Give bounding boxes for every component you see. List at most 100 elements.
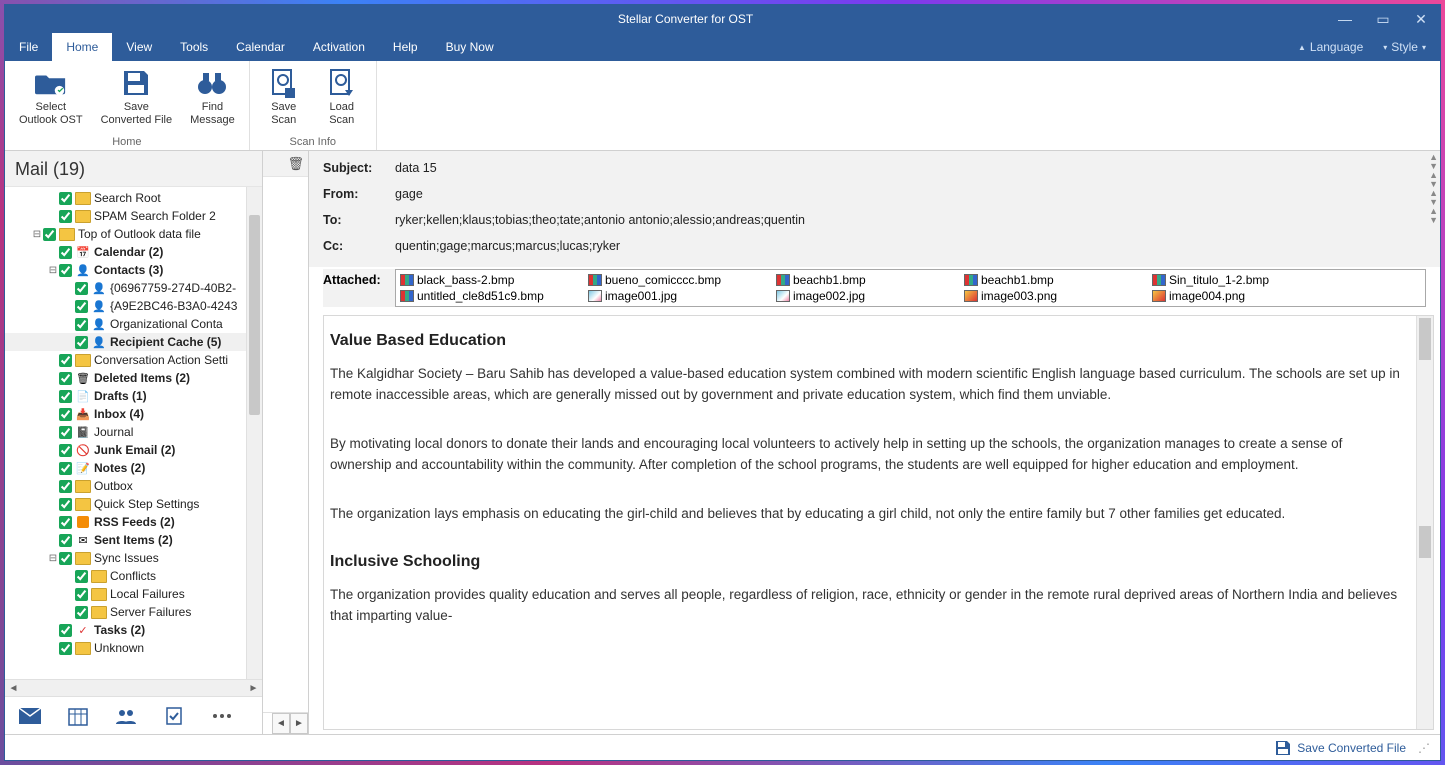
tree-item[interactable]: Outbox bbox=[5, 477, 262, 495]
expand-toggle-icon[interactable]: ⊟ bbox=[31, 229, 43, 240]
attachment-item[interactable]: black_bass-2.bmp bbox=[400, 273, 582, 287]
attachment-item[interactable]: image002.jpg bbox=[776, 289, 958, 303]
tree-checkbox[interactable] bbox=[59, 210, 72, 223]
scrollbar-thumb[interactable] bbox=[249, 215, 260, 415]
tree-checkbox[interactable] bbox=[59, 642, 72, 655]
attachment-item[interactable]: image001.jpg bbox=[588, 289, 770, 303]
tree-checkbox[interactable] bbox=[59, 444, 72, 457]
expand-toggle-icon[interactable]: ⊟ bbox=[47, 553, 59, 564]
attachment-item[interactable]: beachb1.bmp bbox=[776, 273, 958, 287]
menu-file[interactable]: File bbox=[5, 33, 52, 61]
tree-checkbox[interactable] bbox=[59, 498, 72, 511]
tree-checkbox[interactable] bbox=[75, 588, 88, 601]
tree-item[interactable]: ⊟Sync Issues bbox=[5, 549, 262, 567]
folder-tree[interactable]: Search RootSPAM Search Folder 2⊟Top of O… bbox=[5, 187, 262, 679]
tree-checkbox[interactable] bbox=[75, 282, 88, 295]
menu-buy-now[interactable]: Buy Now bbox=[432, 33, 508, 61]
tree-checkbox[interactable] bbox=[59, 552, 72, 565]
message-body[interactable]: Value Based Education The Kalgidhar Soci… bbox=[324, 316, 1415, 729]
tree-scrollbar[interactable] bbox=[246, 187, 262, 679]
tree-checkbox[interactable] bbox=[75, 606, 88, 619]
tree-item[interactable]: Recipient Cache (5) bbox=[5, 333, 262, 351]
tree-checkbox[interactable] bbox=[59, 624, 72, 637]
tree-item[interactable]: Junk Email (2) bbox=[5, 441, 262, 459]
find-message-button[interactable]: FindMessage bbox=[186, 65, 239, 128]
tree-checkbox[interactable] bbox=[59, 480, 72, 493]
tree-checkbox[interactable] bbox=[59, 534, 72, 547]
prev-message-button[interactable]: ◄ bbox=[272, 713, 290, 734]
tree-item[interactable]: RSS Feeds (2) bbox=[5, 513, 262, 531]
tree-item[interactable]: SPAM Search Folder 2 bbox=[5, 207, 262, 225]
delete-icon[interactable]: 🗑 bbox=[287, 156, 304, 172]
maximize-button[interactable]: ▭ bbox=[1364, 5, 1402, 33]
menu-help[interactable]: Help bbox=[379, 33, 432, 61]
attachment-item[interactable]: image004.png bbox=[1152, 289, 1334, 303]
tree-item[interactable]: Organizational Conta bbox=[5, 315, 262, 333]
tree-checkbox[interactable] bbox=[59, 192, 72, 205]
minimize-button[interactable]: — bbox=[1326, 5, 1364, 33]
style-dropdown[interactable]: ▾ Style ▾ bbox=[1373, 33, 1440, 61]
tree-item[interactable]: Deleted Items (2) bbox=[5, 369, 262, 387]
language-dropdown[interactable]: ▲ Language bbox=[1288, 33, 1373, 61]
attachment-item[interactable]: image003.png bbox=[964, 289, 1146, 303]
attachment-item[interactable]: untitled_cle8d51c9.bmp bbox=[400, 289, 582, 303]
tree-checkbox[interactable] bbox=[59, 408, 72, 421]
header-scroll-arrows[interactable]: ▲▼▲▼▲▼▲▼ bbox=[1429, 153, 1438, 225]
tree-item[interactable]: Conversation Action Setti bbox=[5, 351, 262, 369]
tree-item[interactable]: Calendar (2) bbox=[5, 243, 262, 261]
tree-checkbox[interactable] bbox=[59, 372, 72, 385]
next-message-button[interactable]: ► bbox=[290, 713, 308, 734]
tree-item[interactable]: Drafts (1) bbox=[5, 387, 262, 405]
tree-item[interactable]: Inbox (4) bbox=[5, 405, 262, 423]
tree-item[interactable]: ⊟Top of Outlook data file bbox=[5, 225, 262, 243]
tree-checkbox[interactable] bbox=[59, 246, 72, 259]
expand-toggle-icon[interactable]: ⊟ bbox=[47, 265, 59, 276]
save-converted-file-button[interactable]: SaveConverted File bbox=[97, 65, 177, 128]
scroll-right-icon[interactable]: ► bbox=[245, 683, 262, 694]
nav-mail-icon[interactable] bbox=[19, 705, 41, 727]
attachment-item[interactable]: bueno_comicccc.bmp bbox=[588, 273, 770, 287]
select-outlook-ost-button[interactable]: SelectOutlook OST bbox=[15, 65, 87, 128]
scroll-left-icon[interactable]: ◄ bbox=[5, 683, 22, 694]
close-button[interactable]: ✕ bbox=[1402, 5, 1440, 33]
save-scan-button[interactable]: SaveScan bbox=[260, 65, 308, 128]
tree-checkbox[interactable] bbox=[59, 264, 72, 277]
tree-checkbox[interactable] bbox=[75, 336, 88, 349]
tree-item[interactable]: Local Failures bbox=[5, 585, 262, 603]
nav-tasks-icon[interactable] bbox=[163, 705, 185, 727]
tree-item[interactable]: Journal bbox=[5, 423, 262, 441]
tree-item[interactable]: Tasks (2) bbox=[5, 621, 262, 639]
tree-checkbox[interactable] bbox=[59, 462, 72, 475]
tree-item[interactable]: Server Failures bbox=[5, 603, 262, 621]
status-save-label[interactable]: Save Converted File bbox=[1297, 741, 1406, 755]
tree-checkbox[interactable] bbox=[59, 354, 72, 367]
tree-item[interactable]: Notes (2) bbox=[5, 459, 262, 477]
tree-item[interactable]: Sent Items (2) bbox=[5, 531, 262, 549]
save-icon[interactable] bbox=[1275, 740, 1291, 756]
nav-more-icon[interactable] bbox=[211, 705, 233, 727]
attachment-item[interactable]: beachb1.bmp bbox=[964, 273, 1146, 287]
tree-checkbox[interactable] bbox=[43, 228, 56, 241]
tree-item[interactable]: {06967759-274D-40B2- bbox=[5, 279, 262, 297]
tree-h-scrollbar[interactable]: ◄ ► bbox=[5, 679, 262, 696]
tree-item[interactable]: {A9E2BC46-B3A0-4243 bbox=[5, 297, 262, 315]
attachment-item[interactable]: Sin_titulo_1-2.bmp bbox=[1152, 273, 1334, 287]
tree-checkbox[interactable] bbox=[59, 426, 72, 439]
menu-home[interactable]: Home bbox=[52, 33, 112, 61]
tree-checkbox[interactable] bbox=[75, 300, 88, 313]
scrollbar-thumb[interactable] bbox=[1419, 318, 1431, 360]
menu-calendar[interactable]: Calendar bbox=[222, 33, 299, 61]
tree-checkbox[interactable] bbox=[75, 318, 88, 331]
menu-activation[interactable]: Activation bbox=[299, 33, 379, 61]
resize-grip-icon[interactable]: ⋰ bbox=[1418, 741, 1430, 755]
nav-people-icon[interactable] bbox=[115, 705, 137, 727]
nav-calendar-icon[interactable] bbox=[67, 705, 89, 727]
tree-item[interactable]: Unknown bbox=[5, 639, 262, 657]
menu-tools[interactable]: Tools bbox=[166, 33, 222, 61]
tree-checkbox[interactable] bbox=[59, 516, 72, 529]
tree-checkbox[interactable] bbox=[59, 390, 72, 403]
load-scan-button[interactable]: LoadScan bbox=[318, 65, 366, 128]
tree-checkbox[interactable] bbox=[75, 570, 88, 583]
scrollbar-thumb[interactable] bbox=[1419, 526, 1431, 558]
tree-item[interactable]: Search Root bbox=[5, 189, 262, 207]
